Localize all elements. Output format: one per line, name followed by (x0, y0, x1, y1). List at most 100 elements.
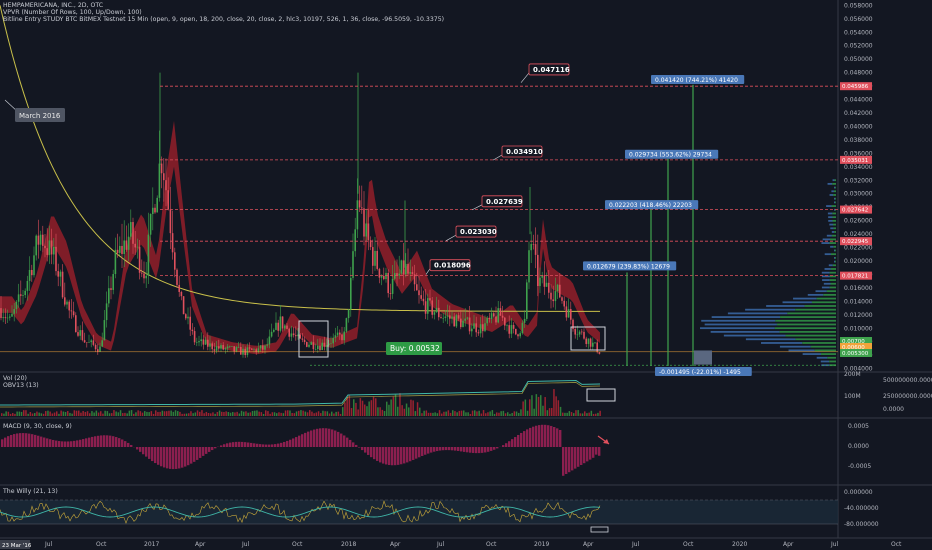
volume-bar (291, 412, 293, 416)
candle-body (310, 342, 312, 345)
macd-axis-label: 0.0000 (848, 443, 869, 450)
macd-bar (340, 433, 343, 447)
macd-bar (10, 434, 13, 447)
volume-bar (27, 413, 29, 416)
candle-body (116, 249, 119, 253)
candle-body (119, 245, 121, 253)
volume-bar (335, 411, 337, 416)
macd-bar (484, 447, 487, 453)
macd-bar (403, 447, 406, 464)
volume-bar (452, 410, 454, 416)
macd-bar (517, 434, 520, 447)
macd-bar (556, 428, 559, 447)
vpvr-bar-down (822, 238, 831, 241)
vpvr-bar-up (832, 223, 836, 226)
obv-title: OBV13 (13) (3, 382, 39, 389)
volume-bar (445, 411, 447, 416)
candle-body (460, 318, 462, 328)
candle-body (471, 328, 473, 332)
macd-bar (139, 447, 142, 452)
candle-body (506, 325, 508, 326)
volume-bar (141, 412, 144, 416)
volume-bar (394, 394, 397, 416)
macd-bar (430, 447, 433, 453)
vpvr-bar-down (816, 356, 828, 359)
vpvr-bar-down (704, 323, 777, 326)
candle-body (68, 301, 70, 311)
macd-bar (352, 442, 355, 447)
volume-bar (23, 410, 25, 416)
candle-body (35, 235, 37, 256)
macd-bar (154, 447, 157, 464)
volume-bar (240, 410, 243, 416)
candle-body (442, 317, 444, 319)
candle-body (339, 332, 341, 335)
macd-bar (64, 441, 67, 447)
macd-bar (283, 441, 286, 447)
volume-bar (568, 411, 571, 416)
volume-bar (298, 410, 300, 416)
volume-bar (56, 411, 58, 416)
candle-body (0, 308, 2, 319)
candle-body (572, 319, 574, 330)
volume-bar (388, 404, 390, 416)
volume-bar (381, 409, 384, 416)
macd-bar (508, 441, 511, 447)
volume-bar (124, 412, 126, 416)
vpvr-bar-up (829, 242, 836, 244)
candle-body (389, 293, 392, 294)
candle-body (321, 342, 323, 351)
macd-bar (424, 447, 427, 455)
candle-body (226, 346, 229, 349)
candle-body (488, 317, 491, 320)
macd-bar (97, 435, 100, 447)
volume-bar (260, 412, 263, 416)
vpvr-bar-down (807, 293, 824, 296)
candle-body (391, 278, 394, 294)
candle-body (264, 345, 266, 350)
candle-body (548, 282, 550, 293)
chart-canvas[interactable]: 0.058000 0.056000 0.054000 0.052000 0.050000… (0, 0, 932, 550)
volume-bar (64, 411, 67, 416)
macd-bar (73, 440, 76, 447)
candle-body (493, 313, 495, 317)
candle-body (209, 343, 211, 347)
macd-bar (322, 428, 325, 447)
vpvr-bar-up (833, 245, 836, 248)
vpvr-bar-down (832, 179, 835, 182)
candle-body (4, 317, 7, 319)
macd-bar (385, 447, 388, 465)
volume-bar (507, 412, 509, 416)
macd-bar (28, 433, 31, 447)
price-tag: 0.035031 (842, 158, 868, 164)
volume-bar (342, 407, 344, 416)
macd-bar (166, 447, 169, 469)
price-axis-label: 0.020000 (844, 258, 873, 265)
vpvr-bar-up (834, 231, 836, 233)
macd-bar (325, 428, 328, 447)
volume-bar (78, 410, 80, 416)
candle-body (523, 318, 526, 323)
macd-bar (550, 425, 553, 447)
volume-bar (359, 398, 362, 416)
candle-body (449, 315, 451, 319)
volume-bar (518, 412, 520, 416)
candle-body (136, 246, 139, 248)
macd-bar (469, 447, 472, 453)
volume-bar (36, 411, 38, 416)
vpvr-bar-down (710, 330, 780, 333)
vpvr-bar-down (701, 319, 776, 322)
time-axis-label: Jul (830, 541, 839, 548)
volume-bar (368, 401, 370, 416)
macd-bar (160, 447, 163, 467)
candle-body (440, 317, 442, 319)
macd-bar (34, 434, 37, 447)
candle-body (517, 334, 519, 337)
candle-body (416, 284, 418, 291)
candle-body (211, 343, 213, 350)
vpvr-bar-down (824, 253, 831, 256)
volume-bar (546, 410, 549, 416)
volume-bar (113, 410, 115, 416)
volume-bar (592, 413, 595, 416)
candle-body (325, 345, 328, 347)
